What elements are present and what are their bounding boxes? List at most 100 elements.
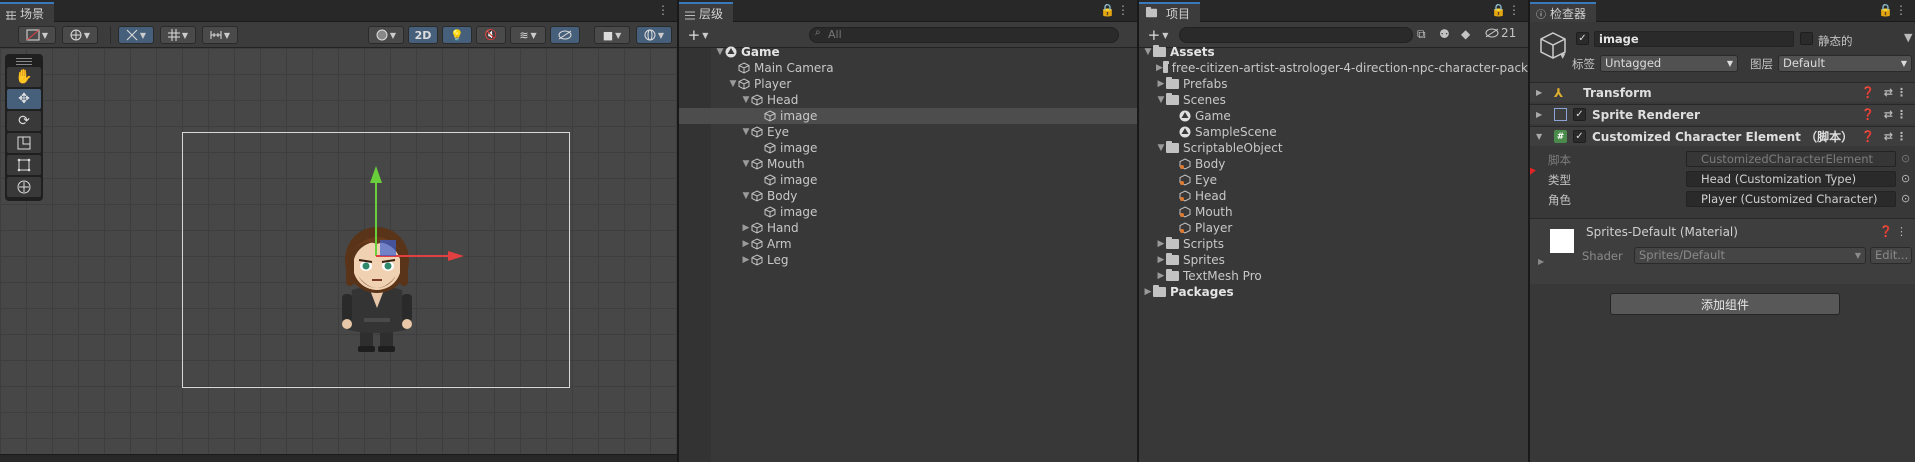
hierarchy-item[interactable]: image (679, 108, 1137, 124)
project-item[interactable]: ▶ Sprites (1139, 252, 1528, 268)
collapsed-arrow-icon[interactable]: ▶ (1156, 239, 1166, 249)
more-menu-icon[interactable]: ⋮ (1117, 3, 1129, 17)
tab-project[interactable]: 项目 (1139, 2, 1201, 22)
hierarchy-item[interactable]: ▶ Leg (679, 252, 1137, 268)
expand-arrow-icon[interactable]: ▶ (1538, 257, 1544, 266)
hierarchy-search-input[interactable]: All (809, 27, 1119, 43)
search-by-type-icon[interactable]: ⧉ (1417, 27, 1426, 42)
more-menu-icon[interactable]: ⋮ (1895, 3, 1907, 17)
transform-handles-dropdown[interactable]: ▼ (118, 26, 154, 44)
collapsed-arrow-icon[interactable]: ▶ (741, 239, 751, 249)
project-item[interactable]: Body (1139, 156, 1528, 172)
help-icon[interactable]: ❓ (1861, 108, 1875, 121)
help-icon[interactable]: ❓ (1861, 86, 1875, 99)
create-asset-dropdown[interactable]: + ▼ (1143, 26, 1173, 44)
expanded-arrow-icon[interactable]: ▼ (1143, 47, 1153, 57)
hierarchy-item[interactable]: ▼ Head (679, 92, 1137, 108)
tab-scene[interactable]: 场景 (0, 2, 55, 22)
preset-icon[interactable]: ⇄ (1884, 130, 1893, 143)
expanded-arrow-icon[interactable]: ▼ (741, 95, 751, 105)
custom-script-enabled-checkbox[interactable]: ✓ (1573, 130, 1586, 143)
expanded-arrow-icon[interactable]: ▼ (1156, 143, 1166, 153)
hierarchy-item[interactable]: Main Camera (679, 60, 1137, 76)
expanded-arrow-icon[interactable]: ▼ (1156, 95, 1166, 105)
hierarchy-item[interactable]: image (679, 140, 1137, 156)
grid-snap-dropdown[interactable]: ▼ (160, 26, 196, 44)
hierarchy-item[interactable]: ▼ Body (679, 188, 1137, 204)
component-transform-header[interactable]: ▶ ⅄ Transform ❓ ⇄ ⋮ (1530, 82, 1915, 102)
edit-shader-button[interactable]: Edit... (1870, 247, 1912, 264)
layer-dropdown[interactable]: Default ▼ (1778, 55, 1912, 72)
tab-inspector[interactable]: ⓘ 检查器 (1530, 2, 1597, 22)
component-sprite-renderer-header[interactable]: ▶ ✓ Sprite Renderer ❓ ⇄ ⋮ (1530, 104, 1915, 124)
tag-dropdown[interactable]: Untagged ▼ (1600, 55, 1738, 72)
help-icon[interactable]: ❓ (1861, 130, 1875, 143)
project-item[interactable]: Mouth (1139, 204, 1528, 220)
hierarchy-item[interactable]: ▼ Eye (679, 124, 1137, 140)
project-search-input[interactable] (1179, 27, 1413, 43)
component-menu-icon[interactable]: ⋮ (1896, 130, 1907, 143)
create-dropdown[interactable]: + ▼ (683, 26, 713, 44)
scene-viewport[interactable]: ✋ ✥ ⟳ (0, 48, 677, 462)
collapsed-arrow-icon[interactable]: ▶ (1143, 287, 1153, 297)
project-item[interactable]: ▼ Assets (1139, 44, 1528, 60)
collapsed-arrow-icon[interactable]: ▶ (1156, 63, 1163, 73)
expanded-arrow-icon[interactable]: ▼ (741, 127, 751, 137)
static-dropdown-caret[interactable]: ▼ (1904, 31, 1912, 44)
add-component-button[interactable]: 添加组件 (1610, 293, 1840, 315)
project-item[interactable]: Eye (1139, 172, 1528, 188)
component-custom-script-header[interactable]: ▼ # ✓ Customized Character Element （脚本） … (1530, 126, 1915, 146)
move-gizmo[interactable] (0, 48, 677, 462)
role-field[interactable]: Player (Customized Character) (1686, 191, 1896, 207)
tab-hierarchy[interactable]: 层级 (679, 2, 734, 22)
more-menu-icon[interactable]: ⋮ (657, 3, 669, 17)
collapsed-arrow-icon[interactable]: ▶ (741, 223, 751, 233)
shader-dropdown[interactable]: Sprites/Default ▼ (1634, 247, 1866, 264)
project-item[interactable]: Game (1139, 108, 1528, 124)
type-field[interactable]: Head (Customization Type) (1686, 171, 1896, 187)
object-picker-icon[interactable]: ⊙ (1901, 172, 1910, 185)
effects-dropdown[interactable]: ≋ ▼ (510, 26, 546, 44)
expanded-arrow-icon[interactable]: ▼ (741, 159, 751, 169)
expanded-arrow-icon[interactable]: ▼ (728, 79, 738, 89)
hierarchy-item[interactable]: ▼ Mouth (679, 156, 1137, 172)
scene-visibility-toggle[interactable] (550, 26, 580, 44)
collapsed-arrow-icon[interactable]: ▶ (1156, 271, 1166, 281)
object-name-field[interactable]: image (1594, 31, 1794, 47)
expanded-arrow-icon[interactable]: ▼ (715, 47, 725, 57)
hierarchy-item[interactable]: ▼ Game (679, 44, 1137, 60)
hierarchy-item[interactable]: ▼ Player (679, 76, 1137, 92)
gizmos-dropdown[interactable]: ▼ (636, 26, 672, 44)
preset-icon[interactable]: ⇄ (1884, 108, 1893, 121)
project-item[interactable]: ▼ Scenes (1139, 92, 1528, 108)
collapsed-arrow-icon[interactable]: ▶ (1156, 255, 1166, 265)
active-checkbox[interactable]: ✓ (1576, 32, 1589, 45)
project-item[interactable]: Head (1139, 188, 1528, 204)
project-item[interactable]: ▶ Packages (1139, 284, 1528, 300)
help-icon[interactable]: ❓ (1879, 225, 1893, 238)
project-item[interactable]: ▶ Prefabs (1139, 76, 1528, 92)
hierarchy-item[interactable]: ▶ Arm (679, 236, 1137, 252)
project-item[interactable]: Player (1139, 220, 1528, 236)
collapsed-arrow-icon[interactable]: ▶ (741, 255, 751, 265)
component-menu-icon[interactable]: ⋮ (1896, 86, 1907, 99)
tag-icon[interactable]: ◆ (1461, 27, 1470, 41)
more-menu-icon[interactable]: ⋮ (1508, 3, 1520, 17)
component-menu-icon[interactable]: ⋮ (1896, 108, 1907, 121)
project-item[interactable]: ▶ free-citizen-artist-astrologer-4-direct… (1139, 60, 1528, 76)
lock-icon[interactable]: 🔒 (1491, 3, 1506, 17)
hidden-packages-toggle[interactable]: 21 (1485, 26, 1516, 40)
component-menu-icon[interactable]: ⋮ (1896, 225, 1907, 238)
lighting-toggle-button[interactable]: 💡 (442, 26, 472, 44)
expanded-arrow-icon[interactable]: ▼ (741, 191, 751, 201)
draw-mode-dropdown[interactable]: ▼ (18, 26, 56, 44)
camera-dropdown[interactable]: ■ ▼ (594, 26, 630, 44)
collapsed-arrow-icon[interactable]: ▶ (1156, 79, 1166, 89)
lock-icon[interactable]: 🔒 (1100, 3, 1115, 17)
sprite-renderer-enabled-checkbox[interactable]: ✓ (1573, 108, 1586, 121)
2d-toggle-button[interactable]: 2D (408, 26, 438, 44)
icon-dropdown-caret[interactable]: ▼ (1560, 52, 1565, 60)
project-item[interactable]: SampleScene (1139, 124, 1528, 140)
project-item[interactable]: ▼ ScriptableObject (1139, 140, 1528, 156)
audio-toggle-button[interactable]: 🔇 (476, 26, 506, 44)
